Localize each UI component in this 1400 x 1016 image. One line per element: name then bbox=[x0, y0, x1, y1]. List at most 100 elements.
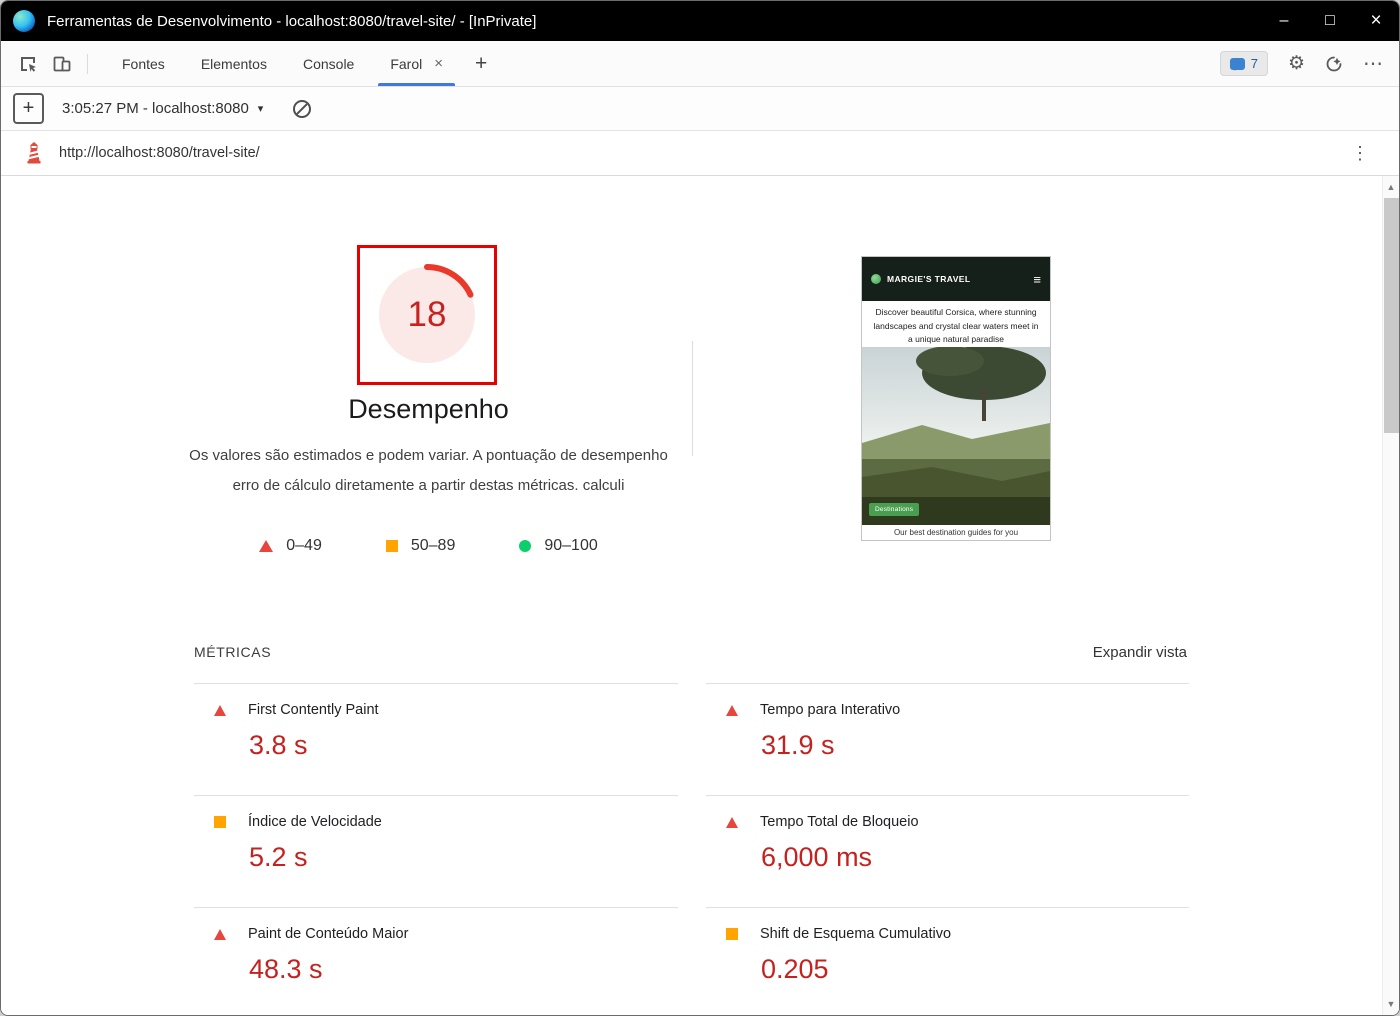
legend-fail-range: 0–49 bbox=[286, 537, 322, 554]
performance-score-gauge[interactable]: 18 bbox=[373, 261, 481, 369]
report-menu-kebab-icon[interactable]: ⋮ bbox=[1351, 143, 1369, 164]
toolbar-right: 7 ⚙ ⋯ bbox=[1219, 51, 1383, 76]
tab-farol-label: Farol bbox=[390, 55, 423, 72]
window-controls: – □ × bbox=[1261, 1, 1399, 41]
fail-triangle-icon bbox=[726, 704, 738, 716]
settings-gear-icon[interactable]: ⚙ bbox=[1288, 54, 1305, 73]
scrollbar-thumb[interactable] bbox=[1384, 198, 1399, 433]
metrics-header-row: MÉTRICAS Expandir vista bbox=[194, 644, 1187, 661]
disclaimer-line-1: Os valores são estimados e podem variar.… bbox=[189, 447, 668, 464]
thumbnail-site-header: MARGIE'S TRAVEL ≡ bbox=[862, 257, 1050, 301]
metric-label: Tempo Total de Bloqueio bbox=[760, 814, 919, 830]
metric-time-to-interactive: Tempo para Interativo 31.9 s bbox=[706, 683, 1189, 795]
tab-farol[interactable]: Farol × bbox=[372, 41, 461, 86]
metric-label: First Contently Paint bbox=[248, 702, 379, 718]
destinations-button: Destinations bbox=[869, 503, 920, 516]
metrics-grid: First Contently Paint 3.8 s Tempo para I… bbox=[194, 683, 1189, 1015]
metric-value: 0.205 bbox=[761, 954, 829, 984]
performance-summary: Desempenho Os valores são estimados e po… bbox=[156, 394, 701, 555]
report-url: http://localhost:8080/travel-site/ bbox=[59, 145, 260, 161]
expand-view-link[interactable]: Expandir vista bbox=[1093, 644, 1187, 661]
score-legend: 0–49 50–89 90–100 bbox=[156, 537, 701, 555]
scroll-up-icon[interactable]: ▲ bbox=[1383, 178, 1399, 196]
metric-value: 6,000 ms bbox=[761, 842, 873, 872]
fail-triangle-icon bbox=[214, 704, 226, 716]
report-url-bar: http://localhost:8080/travel-site/ ⋮ bbox=[1, 131, 1399, 176]
device-toolbar-icon bbox=[53, 56, 71, 71]
minimize-button[interactable]: – bbox=[1261, 1, 1307, 41]
devtools-toolbar: Fontes Elementos Console Farol × + 7 ⚙ ⋯ bbox=[1, 41, 1399, 87]
issues-bubble-icon bbox=[1229, 57, 1245, 71]
tab-close-icon[interactable]: × bbox=[434, 55, 443, 72]
devtools-window: Ferramentas de Desenvolvimento - localho… bbox=[0, 0, 1400, 1016]
devtools-tabs: Fontes Elementos Console Farol × + bbox=[104, 41, 501, 86]
more-options-icon[interactable]: ⋯ bbox=[1363, 54, 1383, 74]
maximize-button[interactable]: □ bbox=[1307, 1, 1353, 41]
metric-total-blocking-time: Tempo Total de Bloqueio 6,000 ms bbox=[706, 795, 1189, 907]
score-annotation-box: 18 bbox=[357, 245, 497, 385]
metric-cumulative-layout-shift: Shift de Esquema Cumulativo 0.205 bbox=[706, 907, 1189, 1015]
lighthouse-icon bbox=[25, 142, 43, 164]
section-divider bbox=[692, 341, 693, 456]
tab-elementos[interactable]: Elementos bbox=[183, 41, 285, 86]
average-square-icon bbox=[385, 540, 398, 552]
vertical-scrollbar[interactable]: ▲ ▼ bbox=[1382, 176, 1399, 1015]
copilot-button[interactable] bbox=[1325, 55, 1343, 73]
legend-average: 50–89 bbox=[385, 537, 456, 555]
tab-fontes[interactable]: Fontes bbox=[104, 41, 183, 86]
close-button[interactable]: × bbox=[1353, 1, 1399, 41]
pass-circle-icon bbox=[519, 540, 532, 552]
metric-label: Tempo para Interativo bbox=[760, 702, 901, 718]
metric-value: 31.9 s bbox=[761, 730, 835, 760]
inspect-element-button[interactable] bbox=[11, 47, 45, 81]
tab-console[interactable]: Console bbox=[285, 41, 372, 86]
site-brand: MARGIE'S TRAVEL bbox=[887, 274, 971, 284]
fail-triangle-icon bbox=[726, 816, 738, 828]
page-screenshot-thumbnail: MARGIE'S TRAVEL ≡ Discover beautiful Cor… bbox=[861, 256, 1051, 541]
clear-reports-button[interactable] bbox=[293, 99, 312, 118]
lighthouse-session-bar: + 3:05:27 PM - localhost:8080 ▾ bbox=[1, 87, 1399, 131]
issues-count: 7 bbox=[1250, 56, 1258, 71]
disclaimer-line-2: erro de cálculo diretamente a partir des… bbox=[232, 477, 625, 494]
site-logo-icon bbox=[871, 274, 881, 284]
site-hero-image: Destinations bbox=[862, 347, 1050, 525]
metric-label: Índice de Velocidade bbox=[248, 814, 382, 830]
edge-logo-icon bbox=[13, 10, 35, 32]
site-tagline: Discover beautiful Corsica, where stunni… bbox=[873, 307, 1039, 344]
session-selector[interactable]: 3:05:27 PM - localhost:8080 bbox=[62, 100, 249, 117]
toolbar-divider bbox=[87, 53, 88, 74]
device-toolbar-button[interactable] bbox=[45, 47, 79, 81]
metric-largest-contentful-paint: Paint de Conteúdo Maior 48.3 s bbox=[194, 907, 678, 1015]
legend-pass: 90–100 bbox=[519, 537, 598, 555]
score-disclaimer: Os valores são estimados e podem variar.… bbox=[156, 441, 701, 501]
metric-value: 5.2 s bbox=[249, 842, 308, 872]
title-bar: Ferramentas de Desenvolvimento - localho… bbox=[1, 1, 1399, 41]
metric-label: Paint de Conteúdo Maior bbox=[248, 926, 409, 942]
metric-value: 3.8 s bbox=[249, 730, 308, 760]
fail-triangle-icon bbox=[214, 928, 226, 940]
metric-speed-index: Índice de Velocidade 5.2 s bbox=[194, 795, 678, 907]
metric-value: 48.3 s bbox=[249, 954, 323, 984]
copilot-icon bbox=[1326, 56, 1342, 71]
chevron-down-icon[interactable]: ▾ bbox=[258, 102, 264, 115]
metric-first-contentful-paint: First Contently Paint 3.8 s bbox=[194, 683, 678, 795]
new-report-button[interactable]: + bbox=[13, 93, 44, 124]
window-title: Ferramentas de Desenvolvimento - localho… bbox=[47, 12, 537, 30]
metrics-section-title: MÉTRICAS bbox=[194, 644, 272, 660]
issues-counter-button[interactable]: 7 bbox=[1219, 51, 1268, 76]
average-square-icon bbox=[214, 816, 226, 828]
legend-fail: 0–49 bbox=[259, 537, 322, 555]
more-tools-button[interactable]: + bbox=[461, 52, 501, 76]
performance-score-value: 18 bbox=[407, 295, 447, 334]
average-square-icon bbox=[726, 928, 738, 940]
metric-label: Shift de Esquema Cumulativo bbox=[760, 926, 952, 942]
hamburger-icon: ≡ bbox=[1033, 271, 1041, 287]
thumbnail-footer-text: Our best destination guides for you bbox=[862, 525, 1050, 540]
legend-pass-range: 90–100 bbox=[544, 537, 598, 554]
legend-average-range: 50–89 bbox=[410, 537, 456, 554]
category-title: Desempenho bbox=[348, 394, 509, 424]
fail-triangle-icon bbox=[259, 540, 274, 552]
scroll-down-icon[interactable]: ▼ bbox=[1383, 995, 1399, 1013]
report-content: 18 Desempenho Os valores são estimados e… bbox=[1, 176, 1399, 1015]
inspect-icon bbox=[21, 56, 36, 72]
